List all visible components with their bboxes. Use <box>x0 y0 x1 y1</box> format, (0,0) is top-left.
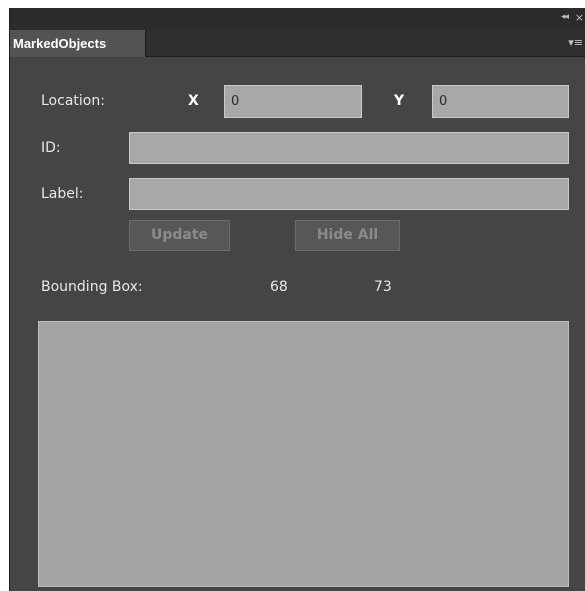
tab-marked-objects[interactable]: MarkedObjects <box>10 30 146 57</box>
panel-menu-icon[interactable]: ▾≡ <box>568 36 583 49</box>
bounding-box-width: 68 <box>270 279 288 295</box>
label-input[interactable] <box>129 178 569 210</box>
x-axis-label: X <box>188 93 199 109</box>
tab-row: MarkedObjects ▾≡ <box>10 30 585 57</box>
preview-canvas[interactable] <box>38 321 569 587</box>
collapse-panel-icon[interactable]: ◂◂ <box>561 12 569 22</box>
bounding-box-height: 73 <box>374 279 392 295</box>
marked-objects-panel: ◂◂ × MarkedObjects ▾≡ Location: X 0 Y 0 … <box>9 8 585 591</box>
id-input[interactable] <box>129 132 569 164</box>
close-panel-icon[interactable]: × <box>575 11 584 24</box>
update-button[interactable]: Update <box>129 220 230 251</box>
y-axis-label: Y <box>394 93 405 109</box>
bounding-box-label: Bounding Box: <box>41 279 143 295</box>
tab-label: MarkedObjects <box>13 36 107 51</box>
label-label: Label: <box>41 186 84 202</box>
hide-all-button[interactable]: Hide All <box>295 220 400 251</box>
y-coordinate-input[interactable]: 0 <box>432 85 569 118</box>
x-coordinate-input[interactable]: 0 <box>224 85 362 118</box>
id-label: ID: <box>41 140 61 156</box>
panel-content: Location: X 0 Y 0 ID: Label: Update Hide… <box>10 57 585 591</box>
location-label: Location: <box>41 93 105 109</box>
panel-title-strip: ◂◂ × <box>10 8 585 30</box>
